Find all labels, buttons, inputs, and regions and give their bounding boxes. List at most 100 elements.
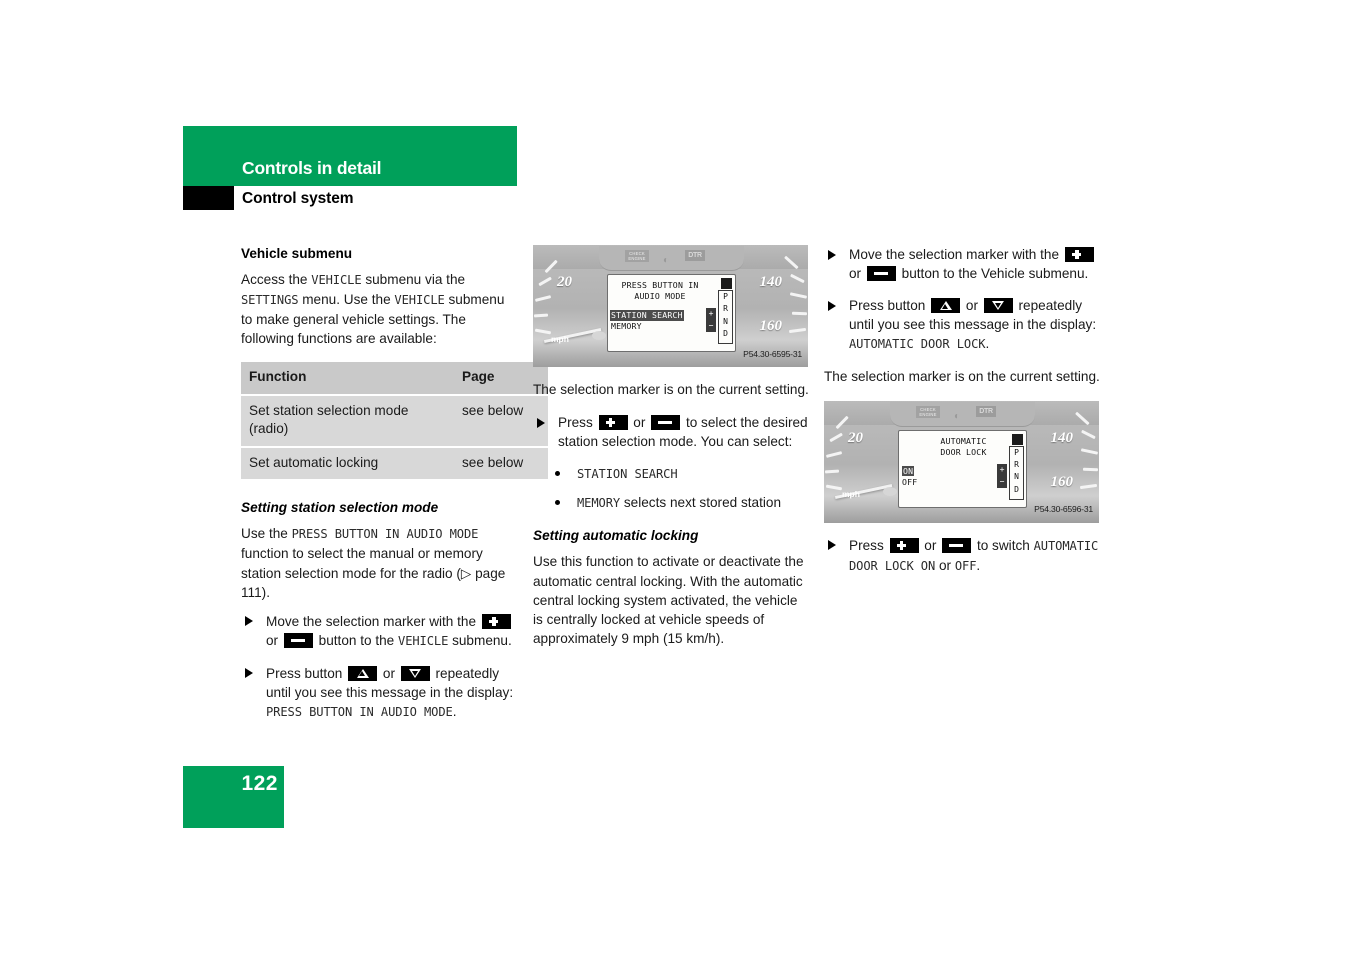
step-text-2: or bbox=[379, 665, 399, 681]
lcd-title-line-2: DOOR LOCK bbox=[940, 446, 987, 457]
step-triangle-icon bbox=[828, 300, 836, 311]
check-engine-icon: CHECK ENGINE bbox=[916, 405, 940, 418]
option-text: selects next stored station bbox=[620, 495, 782, 511]
plus-button-icon[interactable] bbox=[889, 537, 919, 553]
step-text-1: Move the selection marker with the bbox=[266, 613, 480, 629]
middle-step-list: Press or to select the desired station s… bbox=[533, 413, 810, 451]
lcd-minus-label: − bbox=[999, 476, 1005, 486]
speed-label-140: 140 bbox=[759, 274, 783, 290]
table-header-row: Function Page bbox=[241, 362, 548, 395]
step-text-1: Press button bbox=[266, 665, 347, 681]
lcd-title-line-1: AUTOMATIC bbox=[940, 435, 987, 446]
step-text-2: or bbox=[266, 632, 282, 648]
middle-column: CHECK ENGINE ◐ DTR 20 140 160 mph PRESS … bbox=[533, 245, 810, 662]
final-step-text-2: or bbox=[920, 537, 941, 553]
needle-hub bbox=[883, 486, 897, 496]
minus-button-icon[interactable] bbox=[866, 266, 896, 282]
step-text-1: Press bbox=[558, 415, 597, 431]
cluster-lcd-display: AUTOMATIC DOOR LOCK ON OFF PRND + − bbox=[898, 429, 1027, 508]
section-marker-block bbox=[183, 186, 234, 210]
minus-button-icon[interactable] bbox=[283, 632, 313, 648]
cluster-lcd-display: PRESS BUTTON IN AUDIO MODE STATION SEARC… bbox=[607, 274, 736, 352]
intro-mono-vehicle-1: VEHICLE bbox=[311, 273, 362, 287]
table-cell-function: Set station selection mode (radio) bbox=[241, 393, 454, 447]
option-mono-memory: MEMORY bbox=[577, 496, 621, 511]
step-triangle-icon bbox=[828, 249, 836, 260]
left-step-list: Move the selection marker with the or bu… bbox=[241, 612, 518, 722]
plus-button-icon[interactable] bbox=[598, 415, 628, 431]
para-text-1: Use the bbox=[241, 526, 292, 542]
list-item: Press button or repeatedly until you see… bbox=[241, 664, 518, 722]
headlight-icon: ◐ bbox=[954, 410, 961, 422]
up-button-icon[interactable] bbox=[348, 665, 378, 681]
lcd-option-selected: ON bbox=[902, 465, 915, 477]
table-row: Set station selection mode (radio) see b… bbox=[241, 393, 548, 447]
station-selection-paragraph: Use the PRESS BUTTON IN AUDIO MODE funct… bbox=[241, 524, 518, 601]
table-row: Set automatic locking see below bbox=[241, 445, 548, 480]
page-number: 122 bbox=[241, 772, 278, 795]
minus-button-icon[interactable] bbox=[942, 537, 972, 553]
step-text-4: . bbox=[452, 704, 457, 720]
lcd-title-line-1: PRESS BUTTON IN bbox=[621, 280, 699, 290]
intro-mono-vehicle-2: VEHICLE bbox=[394, 293, 445, 308]
speed-label-20: 20 bbox=[557, 274, 572, 290]
intro-mono-settings: SETTINGS bbox=[241, 293, 299, 308]
down-button-icon[interactable] bbox=[400, 665, 430, 681]
right-column: Move the selection marker with the or bu… bbox=[824, 245, 1101, 589]
instrument-cluster-figure-station-search: CHECK ENGINE ◐ DTR 20 140 160 mph PRESS … bbox=[533, 245, 808, 367]
para-text-2: function to select the manual or memory … bbox=[241, 546, 483, 581]
step-triangle-icon bbox=[245, 616, 253, 627]
function-page-table: Function Page Set station selection mode… bbox=[241, 362, 548, 480]
instrument-cluster-image: CHECK ENGINE ◐ DTR 20 140 160 bbox=[533, 245, 808, 367]
bullet-dot-icon bbox=[555, 500, 560, 506]
lcd-option-other: MEMORY bbox=[611, 321, 642, 331]
down-button-icon[interactable] bbox=[983, 298, 1013, 314]
step-text-4: submenu. bbox=[448, 632, 512, 648]
step-text-3: button to the Vehicle submenu. bbox=[897, 266, 1089, 282]
lcd-option-other: OFF bbox=[902, 476, 918, 487]
section-title: Control system bbox=[242, 190, 354, 207]
speedometer-left-dial: 20 bbox=[533, 251, 610, 361]
left-column: Vehicle submenu Access the VEHICLE subme… bbox=[241, 245, 548, 735]
dtr-icon: DTR bbox=[685, 250, 705, 261]
step-text-1: Press button bbox=[849, 298, 930, 314]
selectable-options-list: STATION SEARCH MEMORY selects next store… bbox=[533, 464, 810, 513]
step-text-2: or bbox=[849, 266, 865, 282]
final-step-mono-off: OFF bbox=[954, 558, 977, 573]
speedometer-left-dial: 20 bbox=[824, 407, 901, 517]
final-step-text-5: . bbox=[976, 557, 981, 573]
minus-button-icon[interactable] bbox=[651, 415, 681, 431]
lcd-gear-indicator: PRND bbox=[1009, 445, 1024, 500]
final-step-text-1: Press bbox=[849, 537, 888, 553]
list-item: STATION SEARCH bbox=[533, 464, 810, 484]
setting-station-selection-mode-heading: Setting station selection mode bbox=[241, 500, 439, 516]
step-triangle-icon bbox=[245, 668, 253, 679]
step-text-2: or bbox=[962, 298, 982, 314]
step-text-4: . bbox=[985, 336, 990, 352]
instrument-cluster-figure-door-lock: CHECK ENGINE ◐ DTR 20 140 160 mph AUTOMA… bbox=[824, 400, 1099, 523]
para-mono-press-button: PRESS BUTTON IN AUDIO MODE bbox=[291, 527, 479, 542]
step-triangle-icon bbox=[537, 417, 545, 428]
speed-label-160: 160 bbox=[759, 318, 783, 334]
list-item: Press button or repeatedly until you see… bbox=[824, 296, 1101, 354]
vehicle-submenu-intro: Access the VEHICLE submenu via the SETTI… bbox=[241, 270, 518, 348]
plus-button-icon[interactable] bbox=[481, 613, 511, 629]
lcd-plus-label: + bbox=[708, 309, 714, 318]
lcd-status-square-icon bbox=[721, 278, 732, 289]
plus-button-icon[interactable] bbox=[1064, 247, 1094, 262]
intro-text-3: menu. Use the bbox=[298, 292, 395, 308]
right-step-list: Move the selection marker with the or bu… bbox=[824, 245, 1101, 354]
selection-marker-note-middle: The selection marker is on the current s… bbox=[533, 382, 809, 397]
step-mono-vehicle: VEHICLE bbox=[398, 633, 449, 648]
up-button-icon[interactable] bbox=[931, 298, 961, 314]
step-triangle-icon bbox=[828, 540, 836, 551]
instrument-cluster-image: CHECK ENGINE ◐ DTR 20 140 160 bbox=[824, 400, 1099, 523]
para-text-3: ). bbox=[261, 584, 270, 600]
lcd-option-selected: STATION SEARCH bbox=[610, 310, 684, 321]
check-engine-icon: CHECK ENGINE bbox=[625, 250, 649, 262]
intro-text-1: Access the bbox=[241, 272, 312, 287]
list-item: Move the selection marker with the or bu… bbox=[241, 612, 518, 651]
figure-caption: P54.30-6596-31 bbox=[1034, 504, 1093, 515]
speed-label-160: 160 bbox=[1050, 473, 1074, 490]
speed-unit-label: mph bbox=[551, 333, 569, 344]
